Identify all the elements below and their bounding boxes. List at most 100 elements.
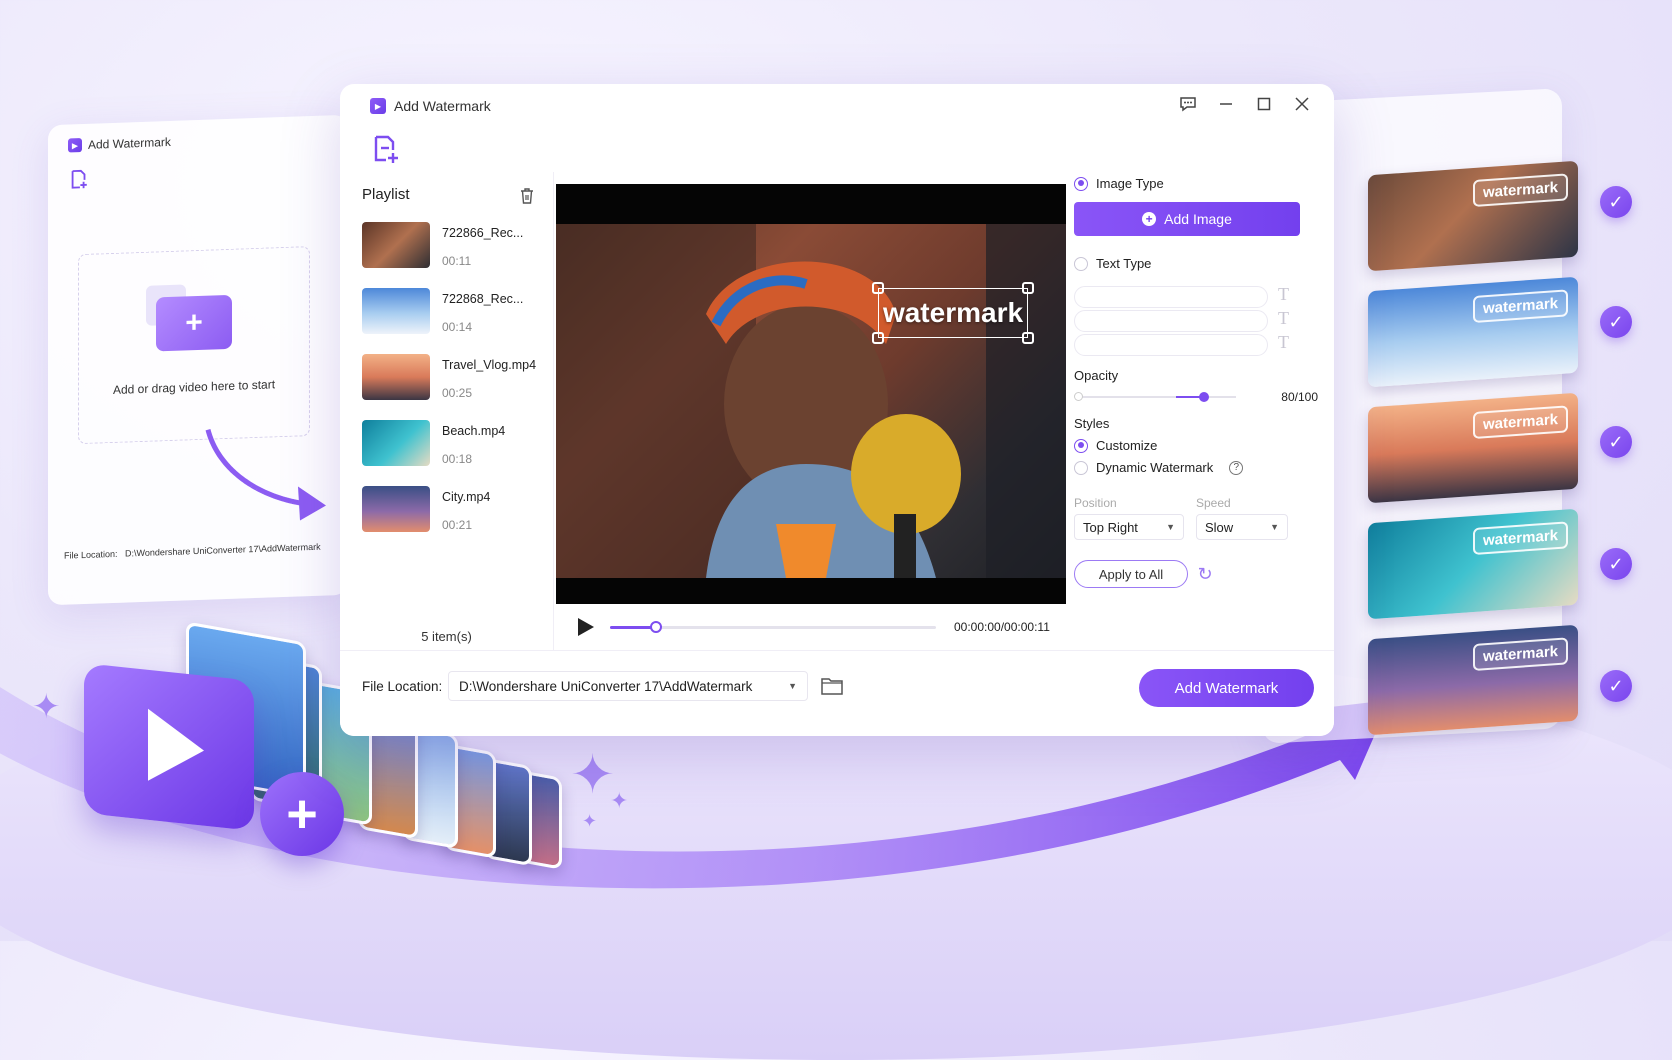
settings-panel: Image Type + Add Image Text Type T T T O… — [1074, 172, 1324, 650]
check-icon: ✓ — [1600, 186, 1632, 218]
watermark-text: watermark — [882, 297, 1024, 328]
resize-handle[interactable] — [872, 332, 884, 344]
sparkle-icon: ✦ — [32, 688, 61, 726]
chat-bubble-icon[interactable] — [1176, 92, 1200, 116]
resize-handle[interactable] — [1022, 332, 1034, 344]
playlist-item-duration: 00:21 — [442, 518, 473, 532]
position-select[interactable]: Top Right ▼ — [1074, 514, 1184, 540]
font-icon[interactable]: T — [1278, 308, 1289, 329]
playlist-item-name: Beach.mp4 — [442, 424, 506, 438]
slider-start-dot — [1074, 392, 1083, 401]
output-watermark-label: watermark — [1472, 637, 1568, 672]
customize-option[interactable]: Customize — [1074, 438, 1157, 453]
folder-add-icon: + — [156, 294, 232, 352]
playlist-item[interactable]: Beach.mp4 00:18 — [362, 420, 542, 470]
check-icon: ✓ — [1600, 670, 1632, 702]
drop-zone[interactable]: + Add or drag video here to start — [78, 246, 310, 445]
back-file-location: File Location: D:\Wondershare UniConvert… — [64, 541, 321, 561]
playlist-item-duration: 00:11 — [442, 254, 472, 268]
playlist-item[interactable]: 722866_Rec... 00:11 — [362, 222, 542, 272]
playlist-item-name: City.mp4 — [442, 490, 491, 504]
trash-icon[interactable] — [517, 186, 537, 206]
text-type-option[interactable]: Text Type — [1074, 256, 1151, 271]
window-controls — [1176, 92, 1314, 116]
app-logo-icon: ▶ — [370, 98, 386, 114]
file-location-label: File Location: — [362, 679, 443, 694]
image-type-option[interactable]: Image Type — [1074, 176, 1164, 191]
styles-label: Styles — [1074, 416, 1110, 431]
help-icon[interactable]: ? — [1229, 460, 1244, 475]
video-thumbnail — [362, 288, 430, 334]
video-preview[interactable]: watermark — [556, 184, 1066, 604]
output-watermark-label: watermark — [1472, 405, 1568, 440]
dynamic-watermark-radio[interactable] — [1074, 460, 1088, 475]
customize-radio[interactable] — [1074, 438, 1088, 453]
add-file-icon[interactable] — [370, 134, 400, 164]
check-icon: ✓ — [1600, 306, 1632, 338]
opacity-label: Opacity — [1074, 368, 1119, 383]
video-thumbnail — [362, 222, 430, 268]
seek-handle[interactable] — [649, 620, 662, 633]
playlist-item-name: Travel_Vlog.mp4 — [442, 358, 537, 372]
minimize-icon[interactable] — [1214, 92, 1238, 116]
player-controls: 00:00:00/00:00:11 — [556, 604, 1066, 650]
resize-handle[interactable] — [1022, 282, 1034, 294]
sparkle-icon: ✦ — [610, 788, 629, 813]
check-icon: ✓ — [1600, 548, 1632, 580]
drop-text: Add or drag video here to start — [112, 377, 276, 397]
playlist-panel: Playlist 722866_Rec... 00:11 722868_Rec.… — [340, 172, 554, 650]
play-button[interactable] — [578, 618, 594, 636]
refresh-icon[interactable]: ↻ — [1194, 563, 1216, 585]
playlist-item[interactable]: 722868_Rec... 00:14 — [362, 288, 542, 338]
close-icon[interactable] — [1290, 92, 1314, 116]
output-thumbnail: watermark — [1368, 508, 1578, 620]
chevron-down-icon: ▼ — [788, 681, 797, 691]
time-display: 00:00:00/00:00:11 — [954, 620, 1050, 634]
text-input-1[interactable] — [1074, 286, 1268, 308]
position-label: Position — [1074, 496, 1117, 510]
text-type-radio[interactable] — [1074, 256, 1088, 271]
playlist-item[interactable]: Travel_Vlog.mp4 00:25 — [362, 354, 542, 404]
dynamic-watermark-option[interactable]: Dynamic Watermark ? — [1074, 460, 1244, 475]
playlist-title: Playlist — [362, 186, 410, 203]
curved-arrow-icon — [205, 428, 326, 521]
file-location-select[interactable]: D:\Wondershare UniConverter 17\AddWaterm… — [448, 671, 808, 701]
seek-bar[interactable] — [610, 620, 936, 633]
apply-to-all-button[interactable]: Apply to All — [1074, 560, 1188, 588]
font-icon[interactable]: T — [1278, 284, 1289, 305]
output-thumbnail: watermark — [1368, 624, 1578, 736]
folder-icon[interactable] — [820, 675, 844, 697]
add-watermark-button[interactable]: Add Watermark — [1139, 669, 1314, 707]
chevron-down-icon: ▼ — [1270, 522, 1279, 532]
maximize-icon[interactable] — [1252, 92, 1276, 116]
output-thumbnail: watermark — [1368, 392, 1578, 504]
opacity-slider-handle[interactable] — [1199, 392, 1210, 402]
text-input-3[interactable] — [1074, 334, 1268, 356]
play-icon — [148, 708, 204, 787]
video-thumbnail — [362, 354, 430, 400]
playlist-item-duration: 00:14 — [442, 320, 473, 334]
seek-bar-fill — [610, 625, 656, 629]
output-thumbnail: watermark — [1368, 160, 1578, 272]
opacity-slider[interactable] — [1074, 392, 1236, 402]
plus-icon: + — [260, 772, 344, 856]
video-frame: watermark — [556, 224, 1066, 578]
add-file-icon[interactable] — [68, 168, 90, 191]
speed-label: Speed — [1196, 496, 1231, 510]
text-input-2[interactable] — [1074, 310, 1268, 332]
opacity-value: 80/100 — [1281, 390, 1318, 404]
font-icon[interactable]: T — [1278, 332, 1289, 353]
sparkle-icon: ✦ — [570, 745, 616, 805]
app-logo-icon: ▶ — [68, 138, 82, 153]
speed-select[interactable]: Slow ▼ — [1196, 514, 1288, 540]
output-watermark-label: watermark — [1472, 521, 1568, 556]
image-type-radio[interactable] — [1074, 176, 1088, 191]
resize-handle[interactable] — [872, 282, 884, 294]
plus-circle-icon: + — [1142, 212, 1157, 226]
playlist-item[interactable]: City.mp4 00:21 — [362, 486, 542, 536]
video-thumbnail — [362, 486, 430, 532]
watermark-overlay[interactable]: watermark — [872, 282, 1034, 344]
add-image-button[interactable]: + Add Image — [1074, 202, 1300, 236]
play-tile — [84, 663, 254, 831]
playlist-item-name: 722868_Rec... — [442, 292, 524, 306]
